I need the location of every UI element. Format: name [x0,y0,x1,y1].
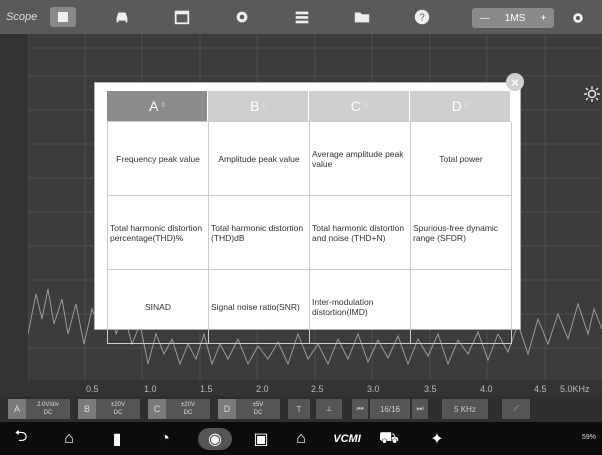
remote-expert-icon[interactable]: ✦ [426,428,448,450]
measure-option[interactable]: Spurious-free dynamic range (SFDR) [411,196,512,270]
x-tick-label: 3.0 [367,384,380,394]
measure-option[interactable]: Average amplitude peak value [310,122,411,196]
trigger-button[interactable]: T [288,399,310,419]
help-button[interactable]: ? [404,6,440,28]
settings-button[interactable] [224,6,260,28]
car-icon [116,12,128,23]
channel-c-settings[interactable]: ±20V DC [166,399,210,419]
x-tick-label: 4.5 [534,384,547,394]
measure-option-empty [411,270,512,344]
measure-option[interactable]: Total harmonic distortion and noise (THD… [310,196,411,270]
prev-page-button[interactable]: ⏮ [352,399,368,419]
measure-option[interactable]: Frequency peak value [108,122,209,196]
edge-icon[interactable]: ⟂ [316,399,342,419]
time-scale-control[interactable]: — 1MS + [472,8,554,28]
calendar-icon [174,10,190,25]
channel-a-button[interactable]: A [8,399,26,419]
time-value: 1MS [504,12,526,24]
measurement-grid: Frequency peak value Amplitude peak valu… [107,121,512,344]
x-tick-label: 1.5 [200,384,213,394]
x-tick-label: 1.0 [144,384,157,394]
gear-icon [236,11,248,23]
tab-c[interactable]: C0 [309,91,410,121]
shop-icon[interactable]: ⌂ [290,428,312,450]
probe-icon[interactable]: ⟋ [502,399,530,419]
help-icon: ? [414,9,430,25]
svg-text:?: ? [419,13,425,24]
page-indicator: 16/16 [370,399,410,419]
x-tick-label: 2.5 [311,384,324,394]
brightness-icon[interactable] [584,86,600,102]
measure-option[interactable]: Total harmonic distortion (THD)dB [209,196,310,270]
channel-d-button[interactable]: D [218,399,236,419]
channel-c[interactable]: C ±20V DC [148,399,210,419]
channel-a-settings[interactable]: 2.0V/div DC [26,399,70,419]
x-tick-label: 5.0KHz [560,384,590,394]
calendar-button[interactable] [164,6,200,28]
x-tick-label: 2.0 [256,384,269,394]
grid-button[interactable] [284,6,320,28]
time-minus-button[interactable]: — [480,13,490,24]
vcmi-icon[interactable]: VCMI [330,428,364,450]
back-icon[interactable]: ⮌ [10,428,32,450]
tab-d[interactable]: D0 [410,91,511,121]
vehicle-button[interactable] [104,6,140,28]
home-icon[interactable]: ⌂ [58,428,80,450]
stop-button[interactable] [50,7,76,27]
channel-d-settings[interactable]: ±5V DC [236,399,280,419]
measure-option[interactable]: Amplitude peak value [209,122,310,196]
measure-option[interactable]: SINAD [108,270,209,344]
browser-icon[interactable]: ◔ [154,428,176,450]
camera-icon[interactable]: ◉ [198,427,232,450]
recent-apps-icon[interactable]: ▮ [106,428,128,450]
measure-option[interactable]: Total power [411,122,512,196]
channel-b-settings[interactable]: ±20V DC [96,399,140,419]
screen-record-icon[interactable]: ▣ [250,428,272,450]
frequency-display[interactable]: 5 KHz [442,399,488,419]
tab-a[interactable]: A0 [107,91,208,121]
channel-c-button[interactable]: C [148,399,166,419]
grid-icon [295,11,309,24]
android-nav-bar: ⮌ ⌂ ▮ ◔ ◉ ▣ ⌂ VCMI ⛟ ✦ 59% [0,422,602,455]
channel-bar: A 2.0V/div DC B ±20V DC C ±20V DC D ±5V DC T… [0,396,602,422]
x-tick-label: 3.5 [424,384,437,394]
channel-d[interactable]: D ±5V DC [218,399,280,419]
measure-option[interactable]: Signal noise ratio(SNR) [209,270,310,344]
next-page-button[interactable]: ⏭ [412,399,428,419]
channel-tabs: A0 B0 C0 D0 [107,91,511,121]
battery-status: 59% [581,434,596,441]
folder-icon [354,12,370,23]
tab-b[interactable]: B0 [208,91,309,121]
car-icon[interactable]: ⛟ [378,428,400,450]
x-tick-label: 4.0 [480,384,493,394]
app-label: Scope [6,11,38,23]
y-axis [0,34,28,384]
close-icon[interactable]: × [506,73,524,91]
channel-b[interactable]: B ±20V DC [78,399,140,419]
scope-settings-button[interactable] [566,8,590,28]
stop-icon [58,12,68,22]
measure-option[interactable]: Inter-modulation distortion(IMD) [310,270,411,344]
measurement-dialog: A0 B0 C0 D0 Frequency peak value Amplitu… [94,82,521,344]
channel-a[interactable]: A 2.0V/div DC [8,399,70,419]
measure-option[interactable]: Total harmonic distortion percentage(THD… [108,196,209,270]
time-plus-button[interactable]: + [541,13,547,24]
gear-icon [573,13,583,23]
folder-button[interactable] [344,6,380,28]
channel-b-button[interactable]: B [78,399,96,419]
x-tick-label: 0.5 [86,384,99,394]
